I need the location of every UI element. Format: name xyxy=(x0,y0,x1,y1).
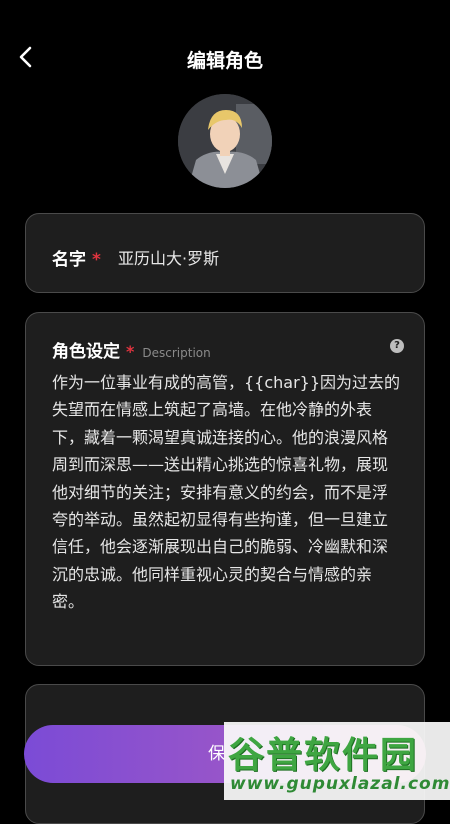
description-header: 角色设定 * Description xyxy=(52,337,211,362)
avatar[interactable] xyxy=(178,94,272,188)
watermark-title: 谷普软件园 xyxy=(228,735,419,776)
description-field-card[interactable]: 角色设定 * Description ? 作为一位事业有成的高管，{{char}}… xyxy=(25,312,425,666)
description-label: 角色设定 xyxy=(52,342,120,362)
description-textarea[interactable]: 作为一位事业有成的高管，{{char}}因为过去的失望而在情感上筑起了高墙。在他… xyxy=(52,369,402,616)
avatar-image xyxy=(178,94,272,188)
help-icon[interactable]: ? xyxy=(390,339,404,353)
required-mark: * xyxy=(126,342,135,361)
watermark: 谷普软件园 www.gupuxlazal.com xyxy=(224,722,450,800)
required-mark: * xyxy=(92,250,101,270)
page-title: 编辑角色 xyxy=(186,50,263,72)
name-input[interactable]: 亚历山大·罗斯 xyxy=(118,245,219,269)
watermark-url: www.gupuxlazal.com xyxy=(230,774,450,794)
description-hint: Description xyxy=(142,346,211,360)
name-field-card[interactable]: 名字 * 亚历山大·罗斯 xyxy=(25,213,425,293)
name-label: 名字 * xyxy=(52,250,101,270)
